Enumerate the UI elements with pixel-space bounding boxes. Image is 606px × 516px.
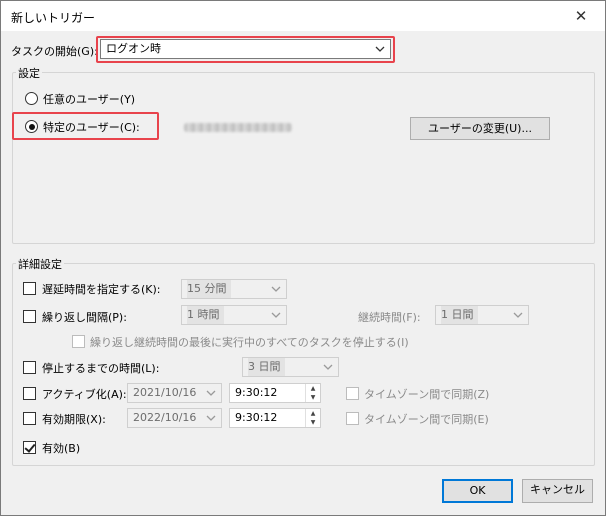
- repeat-label: 繰り返し間隔(P):: [42, 311, 127, 324]
- duration-label: 継続時間(F):: [358, 311, 421, 324]
- activate-checkbox[interactable]: [23, 387, 36, 400]
- delay-checkbox[interactable]: [23, 282, 36, 295]
- highlight-task-start: [96, 36, 395, 63]
- expire-date-picker[interactable]: 2022/10/16: [127, 408, 222, 428]
- chevron-down-icon: [205, 386, 217, 400]
- highlight-specific-user: [12, 112, 159, 140]
- activate-date-picker[interactable]: 2021/10/16: [127, 383, 222, 403]
- spinner-arrows[interactable]: ▲ ▼: [305, 384, 320, 402]
- stop-if-longer-select[interactable]: 3 日間: [242, 357, 339, 377]
- chevron-down-icon: [270, 308, 282, 322]
- spin-up-icon[interactable]: ▲: [306, 409, 320, 418]
- activate-date-value: 2021/10/16: [133, 386, 197, 399]
- stop-all-label: 繰り返し継続時間の最後に実行中のすべてのタスクを停止する(I): [90, 336, 409, 349]
- expire-sync-label: タイムゾーン間で同期(E): [364, 413, 489, 426]
- duration-value: 1 日間: [441, 306, 478, 324]
- chevron-down-icon: [322, 360, 334, 374]
- repeat-select[interactable]: 1 時間: [181, 305, 287, 325]
- duration-select[interactable]: 1 日間: [435, 305, 529, 325]
- window-title: 新しいトリガー: [11, 11, 96, 25]
- expire-checkbox[interactable]: [23, 412, 36, 425]
- expire-label: 有効期限(X):: [42, 413, 106, 426]
- chevron-down-icon: [270, 282, 282, 296]
- new-trigger-dialog: 新しいトリガー ✕ タスクの開始(G): ログオン時 設定 任意のユーザー(Y)…: [0, 0, 606, 516]
- title-bar: 新しいトリガー ✕: [1, 1, 605, 31]
- stop-all-checkbox[interactable]: [72, 335, 85, 348]
- close-button[interactable]: ✕: [563, 4, 599, 28]
- enabled-checkbox[interactable]: [23, 441, 36, 454]
- activate-sync-checkbox[interactable]: [346, 387, 359, 400]
- advanced-group-label: 詳細設定: [16, 256, 64, 272]
- activate-label: アクティブ化(A):: [42, 388, 127, 401]
- spinner-arrows[interactable]: ▲ ▼: [305, 409, 320, 427]
- delay-value: 15 分間: [187, 280, 231, 298]
- expire-date-value: 2022/10/16: [133, 411, 197, 424]
- cancel-button[interactable]: キャンセル: [522, 479, 593, 503]
- chevron-down-icon: [512, 308, 524, 322]
- task-start-label: タスクの開始(G):: [11, 45, 98, 58]
- chevron-down-icon: [205, 411, 217, 425]
- activate-time-value: 9:30:12: [235, 386, 278, 399]
- stop-if-longer-checkbox[interactable]: [23, 361, 36, 374]
- activate-sync-label: タイムゾーン間で同期(Z): [364, 388, 490, 401]
- activate-time-spinner[interactable]: 9:30:12 ▲ ▼: [229, 383, 321, 403]
- spin-up-icon[interactable]: ▲: [306, 384, 320, 393]
- expire-time-spinner[interactable]: 9:30:12 ▲ ▼: [229, 408, 321, 428]
- enabled-label: 有効(B): [42, 442, 81, 455]
- expire-time-value: 9:30:12: [235, 411, 278, 424]
- expire-sync-checkbox[interactable]: [346, 412, 359, 425]
- stop-if-longer-label: 停止するまでの時間(L):: [42, 362, 160, 375]
- repeat-value: 1 時間: [187, 306, 224, 324]
- spin-down-icon[interactable]: ▼: [306, 418, 320, 427]
- ok-button[interactable]: OK: [442, 479, 513, 503]
- close-icon: ✕: [574, 7, 588, 25]
- any-user-radio[interactable]: [25, 92, 38, 105]
- stop-if-longer-value: 3 日間: [248, 358, 285, 376]
- change-user-button[interactable]: ユーザーの変更(U)...: [410, 117, 550, 140]
- delay-select[interactable]: 15 分間: [181, 279, 287, 299]
- settings-group-label: 設定: [16, 65, 42, 81]
- delay-label: 遅延時間を指定する(K):: [42, 283, 161, 296]
- repeat-checkbox[interactable]: [23, 310, 36, 323]
- any-user-label: 任意のユーザー(Y): [43, 93, 136, 106]
- redacted-user-name: [184, 123, 292, 132]
- spin-down-icon[interactable]: ▼: [306, 393, 320, 402]
